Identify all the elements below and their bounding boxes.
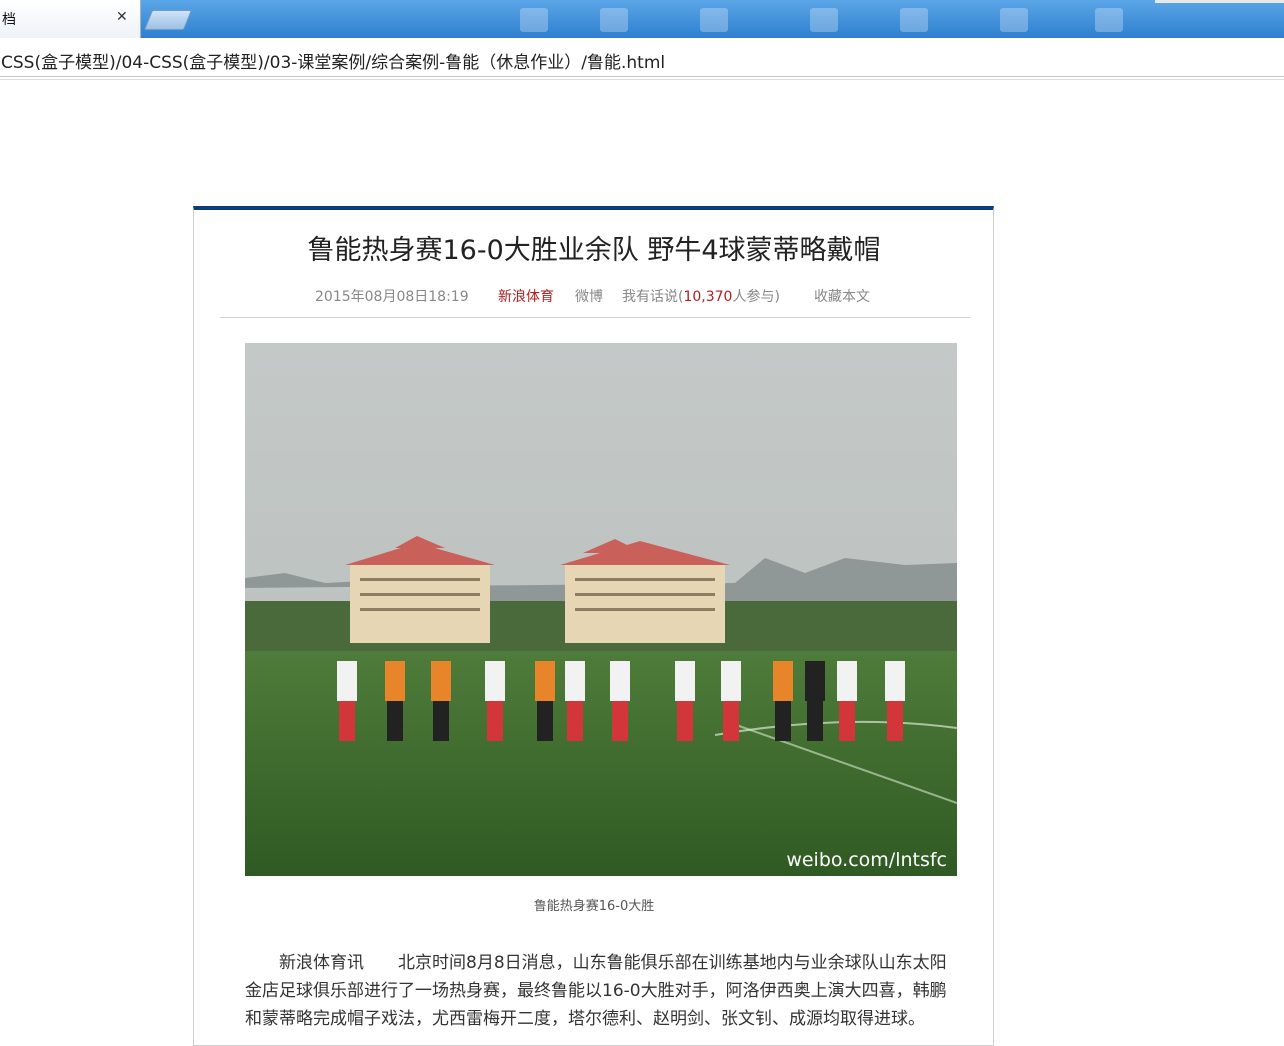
address-url[interactable]: CSS(盒子模型)/04-CSS(盒子模型)/03-课堂案例/综合案例-鲁能（休…: [1, 48, 665, 73]
address-bar[interactable]: CSS(盒子模型)/04-CSS(盒子模型)/03-课堂案例/综合案例-鲁能（休…: [0, 38, 1284, 77]
bookmark-link[interactable]: 收藏本文: [814, 286, 870, 306]
taskbar-thumbnail: [900, 8, 928, 32]
taskbar-thumbnail: [520, 8, 548, 32]
taskbar-thumbnail: [600, 8, 628, 32]
article-body: 新浪体育讯 北京时间8月8日消息，山东鲁能俱乐部在训练基地内与业余球队山东太阳金…: [245, 953, 947, 1029]
tab-title: 档: [2, 12, 16, 28]
source-link[interactable]: 新浪体育: [498, 286, 554, 306]
image-caption: 鲁能热身赛16-0大胜: [533, 899, 655, 914]
new-tab-button[interactable]: [143, 10, 193, 30]
taskbar-thumbnail: [1095, 8, 1123, 32]
article-photo: weibo.com/lntsfc: [245, 343, 957, 876]
article-card: 鲁能热身赛16-0大胜业余队 野牛4球蒙蒂略戴帽 2015年08月08日18:1…: [193, 206, 994, 1046]
close-tab-icon[interactable]: ✕: [116, 9, 128, 25]
comment-prefix: 我有话说(: [622, 289, 684, 305]
comment-link[interactable]: 我有话说(10,370人参与): [622, 286, 780, 306]
window-edge: [1155, 0, 1284, 3]
browser-tab-bar: 档 ✕: [0, 0, 1284, 38]
comment-count: 10,370: [683, 289, 733, 305]
comment-suffix: 人参与): [732, 289, 780, 305]
meta-divider: [220, 317, 970, 318]
weibo-link[interactable]: 微博: [575, 286, 603, 306]
taskbar-thumbnail: [700, 8, 728, 32]
article-title: 鲁能热身赛16-0大胜业余队 野牛4球蒙蒂略戴帽: [307, 235, 881, 266]
image-watermark: weibo.com/lntsfc: [786, 849, 947, 871]
toolbar-divider: [0, 79, 1284, 80]
browser-tab[interactable]: 档 ✕: [0, 0, 141, 38]
taskbar-thumbnail: [1000, 8, 1028, 32]
publish-date: 2015年08月08日18:19: [315, 289, 469, 305]
taskbar-thumbnail: [810, 8, 838, 32]
football-match-photo: weibo.com/lntsfc: [245, 343, 957, 876]
